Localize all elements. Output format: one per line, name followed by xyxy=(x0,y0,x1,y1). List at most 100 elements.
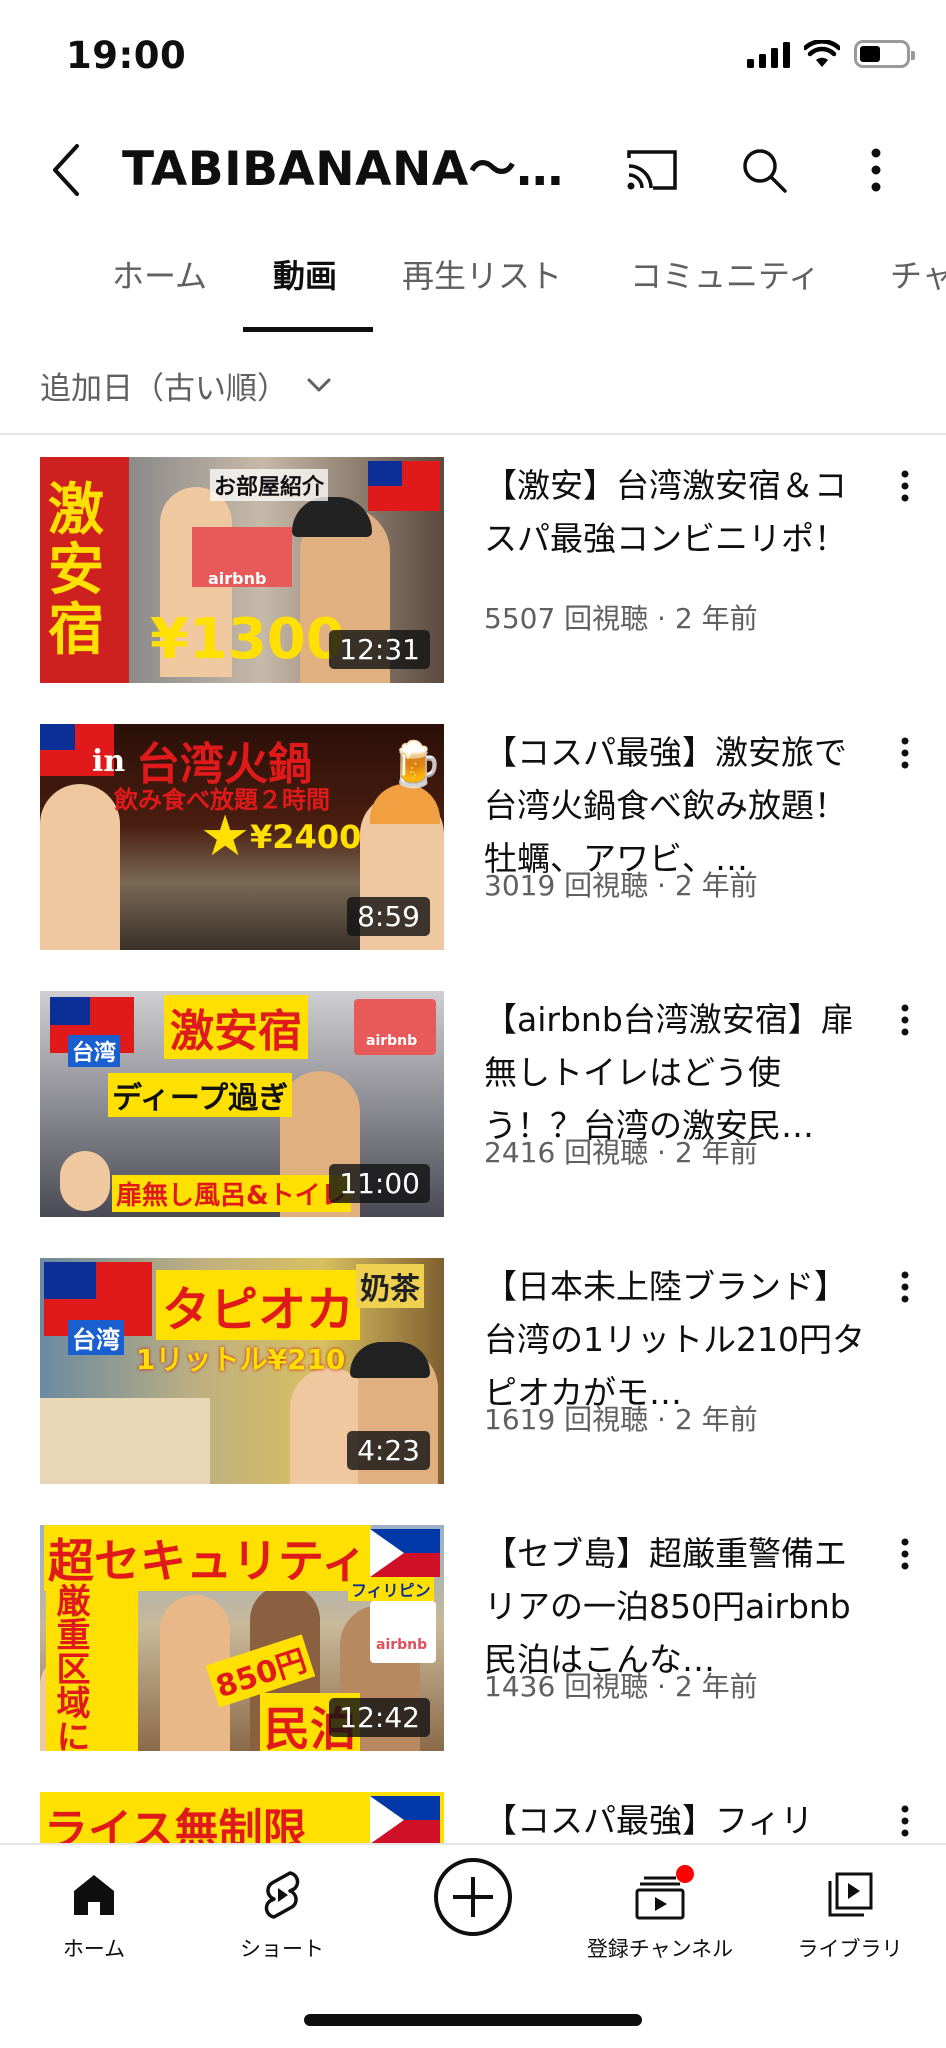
more-vertical-icon xyxy=(901,1538,909,1570)
video-thumbnail[interactable]: 台湾 激安宿 airbnb ディープ過ぎ 扉無し風呂&トイレ 11:00 xyxy=(40,991,444,1217)
video-thumbnail[interactable]: ライス無制限 xyxy=(40,1792,444,1845)
search-icon xyxy=(743,149,787,193)
video-meta: 1436 回視聴 · 2 年前 xyxy=(484,1670,758,1703)
video-meta: 1619 回視聴 · 2 年前 xyxy=(484,1403,758,1436)
divider xyxy=(0,433,946,435)
home-icon xyxy=(74,1875,114,1915)
battery-icon xyxy=(854,40,915,68)
thumb-caption: 厳重区域にある xyxy=(46,1583,95,1751)
video-item: ライス無制限 【コスパ最強】フィリ xyxy=(0,1792,946,1845)
thumb-caption: 奶茶 xyxy=(356,1264,424,1308)
channel-tabs: ホーム 動画 再生リスト コミュニティ チャ xyxy=(0,235,946,335)
thumb-caption: ディープ過ぎ xyxy=(108,1073,293,1117)
back-arrow-icon xyxy=(53,144,79,196)
video-duration: 8:59 xyxy=(347,897,430,936)
tab-channels[interactable]: チャ xyxy=(890,235,946,335)
video-title[interactable]: 【コスパ最強】激安旅で台湾火鍋食べ飲み放題！牡蠣、アワビ、… xyxy=(484,726,869,885)
thumb-caption: airbnb xyxy=(376,1637,428,1653)
video-more-button[interactable] xyxy=(880,728,930,778)
thumb-caption: ¥2400 xyxy=(250,818,362,856)
thumb-caption: フィリピン xyxy=(348,1577,434,1601)
video-more-button[interactable] xyxy=(880,995,930,1045)
video-item: airbnb 激 安 宿 ¥1300 お部屋紹介 12:31 【激安】台湾激安宿… xyxy=(0,457,946,685)
sort-label: 追加日（古い順） xyxy=(40,370,288,407)
chevron-down-icon xyxy=(307,378,331,392)
video-thumbnail[interactable]: in 台湾火鍋 飲み食べ放題２時間 ★ ¥2400 🍺 8:59 xyxy=(40,724,444,950)
philippines-flag-icon xyxy=(370,1796,440,1844)
video-duration: 12:31 xyxy=(329,630,430,669)
video-more-button[interactable] xyxy=(880,461,930,511)
search-button[interactable] xyxy=(732,138,796,202)
thumb-caption: 激安宿 xyxy=(164,995,308,1059)
video-thumbnail[interactable]: airbnb 激 安 宿 ¥1300 お部屋紹介 12:31 xyxy=(40,457,444,683)
status-bar: 19:00 xyxy=(0,0,946,120)
nav-label: 登録チャンネル xyxy=(586,1937,734,1961)
video-thumbnail[interactable]: 超セキュリティ フィリピン airbnb 厳重区域にある 850円 民泊 12:… xyxy=(40,1525,444,1751)
more-vertical-icon xyxy=(901,1805,909,1837)
video-title[interactable]: 【コスパ最強】フィリ xyxy=(484,1794,869,1845)
tab-playlists[interactable]: 再生リスト xyxy=(402,235,562,335)
video-more-button[interactable] xyxy=(880,1262,930,1312)
video-title[interactable]: 【激安】台湾激安宿＆コスパ最強コンビニリポ！ xyxy=(484,459,869,565)
video-more-button[interactable] xyxy=(880,1796,930,1845)
tab-community[interactable]: コミュニティ xyxy=(630,235,820,335)
video-meta: 5507 回視聴 · 2 年前 xyxy=(484,602,758,635)
nav-shorts[interactable]: ショート xyxy=(192,1865,372,1963)
more-vertical-icon xyxy=(901,1004,909,1036)
sort-dropdown[interactable]: 追加日（古い順） xyxy=(40,360,332,410)
nav-create[interactable] xyxy=(383,1857,563,1937)
nav-library[interactable]: ライブラリ xyxy=(760,1865,940,1963)
back-button[interactable] xyxy=(34,138,98,202)
video-item: 台湾 激安宿 airbnb ディープ過ぎ 扉無し風呂&トイレ 11:00 【ai… xyxy=(0,991,946,1219)
thumb-caption: 扉無し風呂&トイレ xyxy=(112,1175,351,1212)
more-options-button[interactable] xyxy=(844,138,908,202)
thumb-caption: ライス無制限 xyxy=(44,1805,307,1845)
more-vertical-icon xyxy=(871,148,881,192)
app-header: TABIBANANA〜… xyxy=(0,120,946,220)
video-title[interactable]: 【セブ島】超厳重警備エリアの一泊850円airbnb民泊はこんな… xyxy=(484,1527,869,1686)
nav-subscriptions[interactable]: 登録チャンネル xyxy=(570,1865,750,1963)
video-duration: 12:42 xyxy=(329,1698,430,1737)
video-duration: 4:23 xyxy=(347,1431,430,1470)
more-vertical-icon xyxy=(901,737,909,769)
shorts-icon xyxy=(264,1871,300,1919)
thumb-caption: お部屋紹介 xyxy=(210,469,329,501)
video-thumbnail[interactable]: 台湾 タピオカ 奶茶 1リットル¥210 4:23 xyxy=(40,1258,444,1484)
status-icons xyxy=(747,40,915,68)
status-time: 19:00 xyxy=(66,34,187,77)
video-item: in 台湾火鍋 飲み食べ放題２時間 ★ ¥2400 🍺 8:59 【コスパ最強】… xyxy=(0,724,946,952)
wifi-icon xyxy=(804,40,840,67)
library-icon xyxy=(828,1872,873,1917)
cast-icon xyxy=(627,150,677,190)
video-title[interactable]: 【日本未上陸ブランド】台湾の1リットル210円タピオカがモ… xyxy=(484,1260,869,1419)
home-indicator xyxy=(304,2014,642,2026)
thumb-caption: 宿 xyxy=(48,598,104,663)
more-vertical-icon xyxy=(901,470,909,502)
beer-icon: 🍺 xyxy=(388,739,443,790)
create-icon xyxy=(434,1858,512,1936)
thumb-caption: タピオカ xyxy=(156,1270,361,1340)
thumb-caption: airbnb xyxy=(208,569,267,588)
video-more-button[interactable] xyxy=(880,1529,930,1579)
nav-label: ホーム xyxy=(62,1937,126,1961)
thumb-caption: 1リットル¥210 xyxy=(136,1343,346,1376)
thumb-caption: 超セキュリティ xyxy=(44,1525,372,1591)
video-item: 台湾 タピオカ 奶茶 1リットル¥210 4:23 【日本未上陸ブランド】台湾の… xyxy=(0,1258,946,1486)
tab-videos[interactable]: 動画 xyxy=(273,235,337,335)
taiwan-flag-icon xyxy=(368,461,440,511)
nav-label: ショート xyxy=(240,1937,324,1961)
notification-dot xyxy=(676,1865,694,1883)
philippines-flag-icon xyxy=(370,1529,440,1577)
cast-button[interactable] xyxy=(620,138,684,202)
thumb-caption: 台湾 xyxy=(68,1320,124,1355)
thumb-caption: in xyxy=(92,744,126,779)
tab-home[interactable]: ホーム xyxy=(112,235,207,335)
video-meta: 3019 回視聴 · 2 年前 xyxy=(484,869,758,902)
video-title[interactable]: 【airbnb台湾激安宿】扉無しトイレはどう使う！？台湾の激安民… xyxy=(484,993,869,1152)
video-meta: 2416 回視聴 · 2 年前 xyxy=(484,1136,758,1169)
channel-title: TABIBANANA〜… xyxy=(122,142,564,197)
star-icon: ★ xyxy=(200,804,251,869)
thumb-caption: airbnb xyxy=(366,1033,418,1049)
nav-label: ライブラリ xyxy=(797,1937,903,1961)
nav-home[interactable]: ホーム xyxy=(4,1865,184,1963)
